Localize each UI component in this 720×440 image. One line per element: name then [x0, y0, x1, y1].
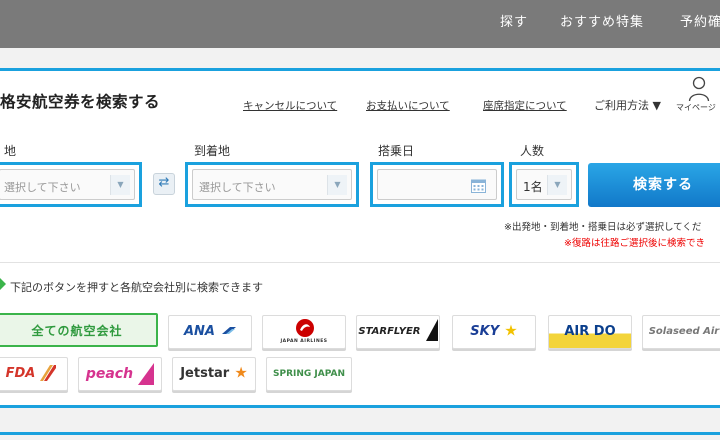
airline-fda-button[interactable]: FDA	[0, 357, 68, 391]
all-airlines-label: 全ての航空会社	[31, 324, 123, 338]
date-input[interactable]	[370, 162, 504, 207]
chevron-down-icon: ▼	[547, 175, 567, 195]
nav-item-search[interactable]: 探す	[500, 0, 528, 48]
peach-logo: peach	[85, 366, 134, 382]
origin-placeholder: 選択して下さい	[4, 181, 81, 194]
all-airlines-button[interactable]: 全ての航空会社	[0, 313, 158, 347]
top-nav-bar: 探す おすすめ特集 予約確	[0, 0, 720, 48]
nav-item-featured[interactable]: おすすめ特集	[560, 0, 644, 48]
airline-sky-button[interactable]: SKY ★	[452, 315, 536, 349]
mypage-label[interactable]: マイページ	[676, 102, 716, 113]
fda-logo: FDA	[5, 366, 36, 381]
starflyer-tail-icon	[425, 318, 438, 341]
required-fields-note: ※出発地・到着地・搭乗日は必ず選択してくだ	[504, 222, 702, 233]
calendar-icon[interactable]	[471, 178, 486, 193]
airline-springjapan-button[interactable]: SPRING JAPAN	[266, 357, 352, 391]
return-trip-note: ※復路は往路ご選択後に検索でき	[564, 238, 705, 249]
springjapan-logo: SPRING JAPAN	[273, 369, 345, 379]
airline-ana-button[interactable]: ANA	[168, 315, 252, 349]
ana-mark-icon	[222, 327, 237, 334]
sky-logo: SKY	[470, 324, 500, 339]
jal-name: JAPAN AIRLINES	[280, 339, 328, 344]
search-button[interactable]: 検索する	[588, 163, 720, 207]
airline-solaseed-button[interactable]: Solaseed Air	[642, 315, 720, 349]
ana-logo: ANA	[183, 324, 215, 339]
payment-info-link[interactable]: お支払いについて	[366, 98, 450, 113]
jetstar-logo: Jetstar	[180, 366, 230, 381]
airline-search-heading: 下記のボタンを押すと各航空会社別に検索できます	[10, 281, 263, 294]
date-label: 搭乗日	[378, 144, 415, 158]
swap-icon[interactable]: ⇄	[153, 173, 175, 195]
passengers-label: 人数	[520, 144, 545, 158]
destination-placeholder: 選択して下さい	[199, 181, 276, 194]
usage-menu[interactable]: ご利用方法 ▼	[594, 97, 661, 113]
origin-label: 地	[4, 144, 17, 158]
airline-starflyer-button[interactable]: STARFLYER	[356, 315, 440, 349]
peach-tail-icon	[138, 362, 155, 385]
airline-airdo-button[interactable]: AIR DO	[548, 315, 632, 349]
jal-crane-icon	[296, 319, 314, 337]
airline-jetstar-button[interactable]: Jetstar ★	[172, 357, 256, 391]
nav-item-reservation[interactable]: 予約確	[680, 0, 720, 48]
airline-peach-button[interactable]: peach	[78, 357, 162, 391]
passengers-value: 1名	[523, 180, 543, 194]
airline-jal-button[interactable]: JAPAN AIRLINES	[262, 315, 346, 349]
star-icon: ★	[504, 321, 518, 340]
chevron-down-icon: ▼	[327, 175, 347, 195]
airdo-logo: AIR DO	[564, 324, 616, 339]
origin-select[interactable]: 選択して下さい ▼	[0, 162, 142, 207]
seat-info-link[interactable]: 座席指定について	[483, 98, 567, 113]
fda-stripes-icon	[40, 364, 57, 381]
starflyer-logo: STARFLYER	[358, 326, 421, 337]
section-bottom-border	[0, 432, 720, 435]
chevron-right-icon	[0, 278, 6, 290]
cancel-info-link[interactable]: キャンセルについて	[243, 98, 337, 113]
destination-label: 到着地	[194, 144, 231, 158]
destination-select[interactable]: 選択して下さい ▼	[185, 162, 359, 207]
passengers-select[interactable]: 1名 ▼	[509, 162, 579, 207]
page-title: 格安航空券を検索する	[0, 93, 161, 111]
solaseed-logo: Solaseed Air	[648, 326, 720, 337]
star-icon: ★	[234, 363, 248, 382]
divider	[0, 262, 720, 263]
user-icon[interactable]	[688, 76, 710, 102]
chevron-down-icon: ▼	[110, 175, 130, 195]
